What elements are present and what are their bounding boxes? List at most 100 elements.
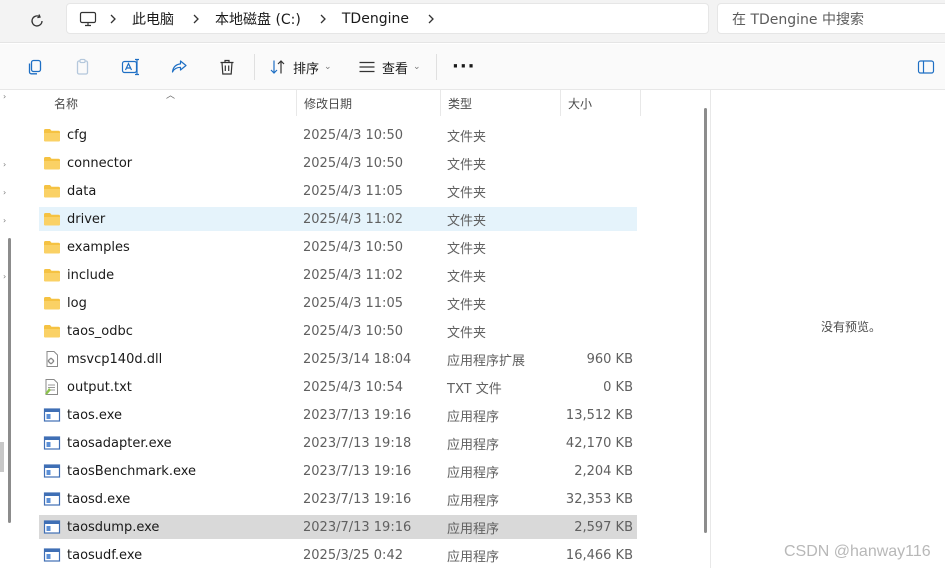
file-row[interactable]: taosBenchmark.exe 2023/7/13 19:16 应用程序 2,20… [39, 459, 637, 483]
file-date: 2023/7/13 19:16 [303, 463, 412, 479]
chevron-right-icon[interactable] [427, 14, 435, 24]
sort-button[interactable]: 排序 ⌄ [269, 56, 332, 78]
chevron-right-icon[interactable] [319, 14, 327, 24]
file-row[interactable]: msvcp140d.dll 2025/3/14 18:04 应用程序扩展 960 KB [39, 347, 637, 371]
file-name-cell: examples [43, 235, 130, 259]
file-row[interactable]: taosd.exe 2023/7/13 19:16 应用程序 32,353 KB [39, 487, 637, 511]
file-date: 2023/7/13 19:18 [303, 435, 412, 451]
copy-button[interactable] [26, 56, 44, 78]
file-name: cfg [67, 127, 87, 143]
breadcrumb-this-pc[interactable]: 此电脑 [132, 9, 174, 29]
file-row[interactable]: taosdump.exe 2023/7/13 19:16 应用程序 2,597 KB [39, 515, 637, 539]
file-date: 2025/4/3 11:05 [303, 295, 403, 311]
exe-file-icon [43, 519, 61, 535]
refresh-button[interactable] [24, 8, 50, 34]
column-header-type[interactable]: 类型 [441, 90, 561, 116]
file-list-scrollbar[interactable] [704, 108, 707, 533]
chevron-right-icon[interactable]: › [3, 188, 6, 197]
exe-file-icon [43, 463, 61, 479]
file-date: 2025/3/25 0:42 [303, 547, 403, 563]
chevron-right-icon[interactable]: › [3, 92, 6, 101]
file-name: data [67, 183, 97, 199]
chevron-down-icon: ⌄ [324, 62, 332, 72]
chevron-right-icon[interactable]: › [3, 160, 6, 169]
sort-icon [270, 60, 285, 74]
sort-label: 排序 [293, 61, 320, 77]
file-type: 应用程序 [447, 465, 500, 481]
file-name-cell: include [43, 263, 114, 287]
column-header-size[interactable]: 大小 [561, 90, 641, 116]
file-row[interactable]: taosadapter.exe 2023/7/13 19:18 应用程序 42,170… [39, 431, 637, 455]
file-name: examples [67, 239, 130, 255]
file-name: taosudf.exe [67, 547, 143, 563]
file-row[interactable]: cfg 2025/4/3 10:50 文件夹 [39, 123, 637, 147]
file-name: taosd.exe [67, 491, 131, 507]
file-row[interactable]: log 2025/4/3 11:05 文件夹 [39, 291, 637, 315]
folder-icon [43, 267, 61, 283]
file-row[interactable]: include 2025/4/3 11:02 文件夹 [39, 263, 637, 287]
breadcrumb-local-disk[interactable]: 本地磁盘 (C:) [215, 9, 301, 29]
file-name: output.txt [67, 379, 132, 395]
file-type: 文件夹 [447, 213, 487, 229]
file-date: 2025/4/3 10:50 [303, 323, 403, 339]
folder-icon [43, 295, 61, 311]
chevron-right-icon[interactable]: › [3, 216, 6, 225]
file-name-cell: taosdump.exe [43, 515, 159, 539]
exe-file-icon [43, 547, 61, 563]
file-name: msvcp140d.dll [67, 351, 163, 367]
navigation-scrollbar[interactable] [8, 238, 11, 523]
chevron-right-icon[interactable]: › [3, 272, 6, 281]
command-bar: 排序 ⌄ 查看 ⌄ ··· [0, 44, 945, 90]
chevron-right-icon[interactable] [109, 14, 117, 24]
file-type: 应用程序 [447, 493, 500, 509]
paste-button[interactable] [74, 56, 92, 78]
file-size: 13,512 KB [565, 407, 633, 423]
file-row[interactable]: output.txt 2025/4/3 10:54 TXT 文件 0 KB [39, 375, 637, 399]
file-name: taos_odbc [67, 323, 133, 339]
file-list: 名称 ︿ 修改日期 类型 大小 cfg 2025/4/3 10:50 文件夹 conn… [20, 90, 710, 568]
view-button[interactable]: 查看 ⌄ [358, 56, 421, 78]
breadcrumb-tdengine[interactable]: TDengine [342, 11, 409, 27]
file-name-cell: taosd.exe [43, 487, 130, 511]
folder-icon [43, 323, 61, 339]
file-row[interactable]: taosudf.exe 2025/3/25 0:42 应用程序 16,466 KB [39, 543, 637, 567]
file-size: 42,170 KB [565, 435, 633, 451]
file-type: 应用程序扩展 [447, 353, 526, 369]
chevron-down-icon: ⌄ [413, 62, 421, 72]
chevron-right-icon[interactable] [192, 14, 200, 24]
file-date: 2025/4/3 10:50 [303, 239, 403, 255]
file-row[interactable]: data 2025/4/3 11:05 文件夹 [39, 179, 637, 203]
rename-button[interactable] [121, 56, 141, 78]
file-row[interactable]: taos_odbc 2025/4/3 10:50 文件夹 [39, 319, 637, 343]
file-name-cell: taosBenchmark.exe [43, 459, 196, 483]
file-type: 应用程序 [447, 521, 500, 537]
exe-file-icon [43, 435, 61, 451]
delete-button[interactable] [218, 56, 236, 78]
file-name-cell: output.txt [43, 375, 132, 399]
file-date: 2023/7/13 19:16 [303, 491, 412, 507]
navigation-scroll-thumb[interactable] [0, 442, 4, 472]
preview-pane: 没有预览。 [710, 90, 945, 568]
column-header-date[interactable]: 修改日期 [297, 90, 441, 116]
dll-file-icon [43, 351, 61, 367]
sort-ascending-icon: ︿ [166, 91, 176, 101]
file-type: TXT 文件 [447, 381, 502, 397]
file-name-cell: cfg [43, 123, 87, 147]
file-date: 2025/3/14 18:04 [303, 351, 412, 367]
file-row[interactable]: driver 2025/4/3 11:02 文件夹 [39, 207, 637, 231]
file-row[interactable]: taos.exe 2023/7/13 19:16 应用程序 13,512 KB [39, 403, 637, 427]
more-options-button[interactable]: ··· [452, 56, 476, 78]
file-name: include [67, 267, 115, 283]
file-name-cell: data [43, 179, 96, 203]
breadcrumb[interactable]: 此电脑 本地磁盘 (C:) TDengine [66, 3, 709, 34]
file-date: 2025/4/3 11:05 [303, 183, 403, 199]
file-type: 文件夹 [447, 185, 487, 201]
share-icon [171, 60, 187, 73]
file-size: 2,204 KB [574, 463, 633, 479]
share-button[interactable] [170, 56, 188, 78]
search-input[interactable]: 在 TDengine 中搜索 [717, 3, 945, 34]
file-row[interactable]: examples 2025/4/3 10:50 文件夹 [39, 235, 637, 259]
file-row[interactable]: connector 2025/4/3 10:50 文件夹 [39, 151, 637, 175]
details-pane-button[interactable] [917, 56, 935, 78]
file-size: 0 KB [603, 379, 633, 395]
